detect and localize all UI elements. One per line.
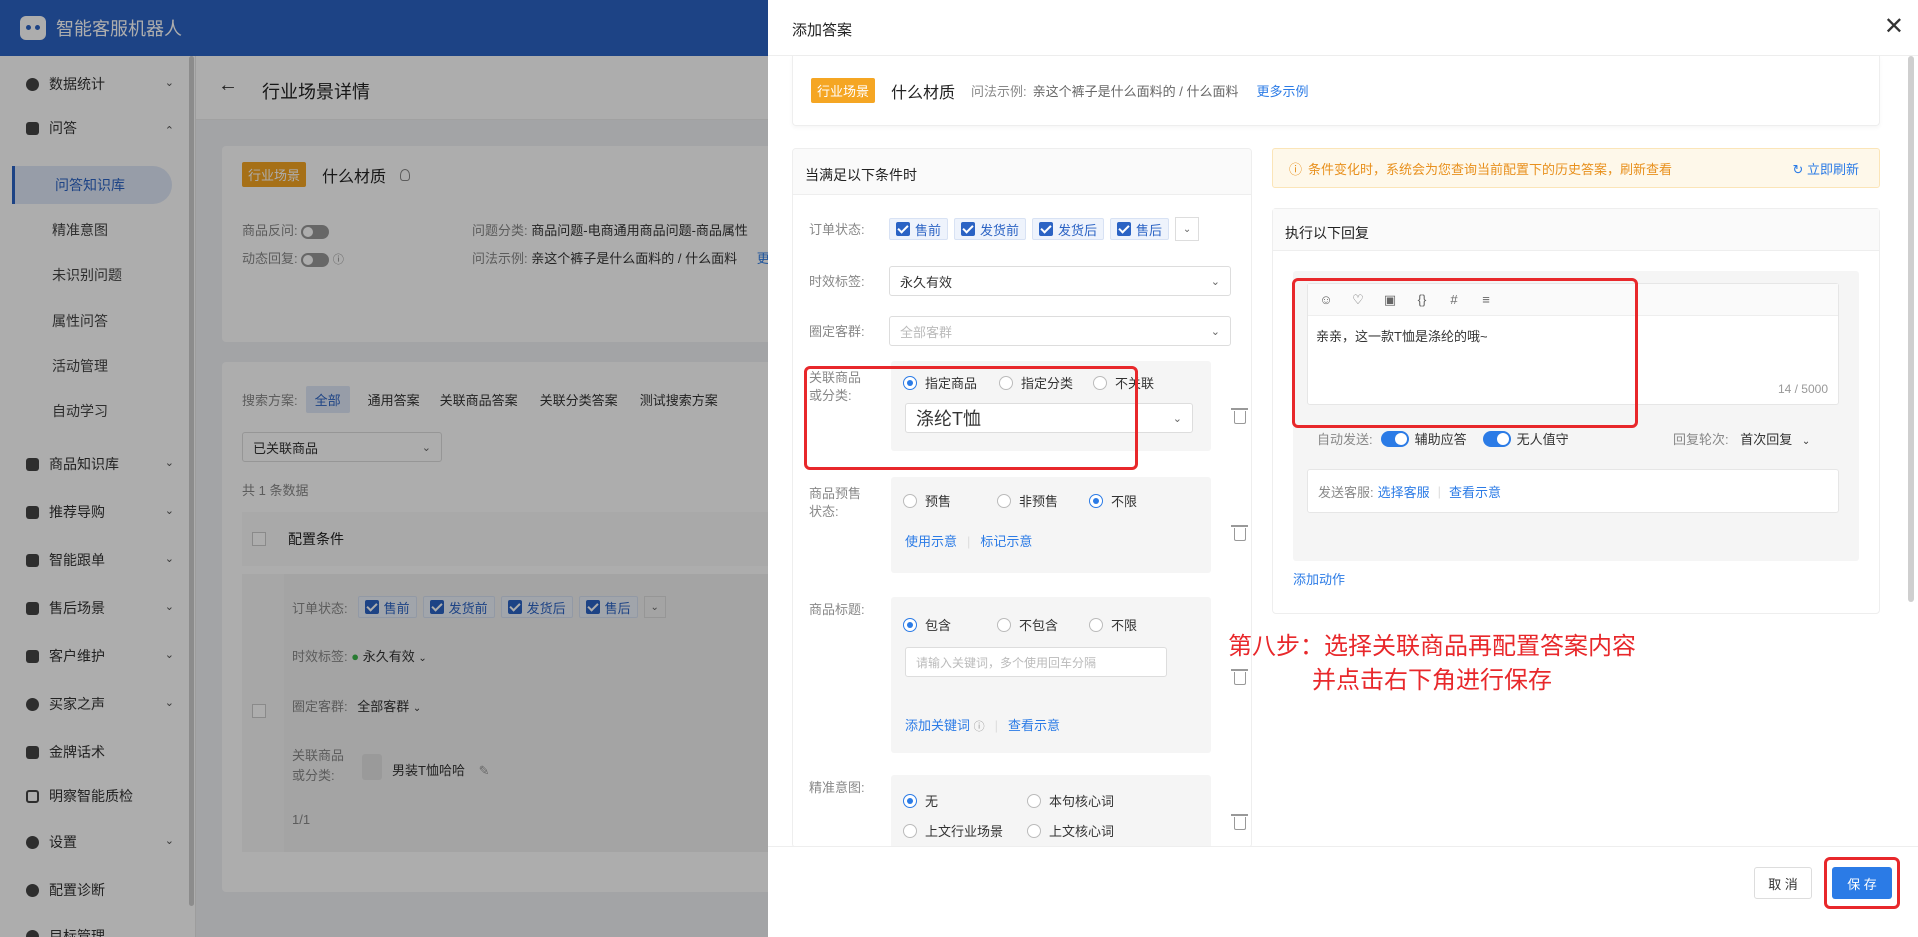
add-action-link[interactable]: 添加动作 xyxy=(1293,569,1345,588)
execute-header: 执行以下回复 xyxy=(1273,209,1879,251)
checkbox-checked-icon xyxy=(1039,222,1054,236)
app-root: 智能客服机器人 数据统计 ⌄ 问答 ⌃ 问答知识库 精准意图 未识别问题 属性问答 … xyxy=(0,0,1918,937)
radio-contains[interactable]: 包含 xyxy=(903,615,951,634)
checkbox-checked-icon xyxy=(896,222,910,236)
product-title-box: 包含 不包含 不限 请输入关键词，多个使用回车分隔 添加关键词 ⓘ | 查看示意 xyxy=(891,597,1211,753)
drawer-scrollbar[interactable] xyxy=(1908,56,1914,602)
add-keyword-link[interactable]: 添加关键词 xyxy=(905,718,970,733)
radio-non-presale[interactable]: 非预售 xyxy=(997,491,1058,510)
chevron-down-icon[interactable]: ⌄ xyxy=(1175,217,1200,241)
conditions-panel: 当满足以下条件时 订单状态: 售前 发货前 发货后 售后 ⌄ 时效标签: 永久有… xyxy=(792,148,1252,848)
radio-intent-core-word[interactable]: 本句核心词 xyxy=(1027,791,1114,810)
radio-intent-context-scene[interactable]: 上文行业场景 xyxy=(903,821,1003,840)
checkbox-checked-icon xyxy=(1117,222,1132,236)
mark-demo-link[interactable]: 标记示意 xyxy=(980,534,1032,549)
chevron-down-icon: ⌄ xyxy=(1801,436,1811,447)
notice-bar: ⓘ 条件变化时，系统会为您查询当前配置下的历史答案，刷新查看 ↻ 立即刷新 xyxy=(1272,148,1880,188)
scene-tag: 行业场景 xyxy=(811,78,876,103)
trash-icon[interactable] xyxy=(1231,408,1248,424)
customer-group-select[interactable]: 全部客群 ⌄ xyxy=(889,316,1231,346)
radio-not-contains[interactable]: 不包含 xyxy=(997,615,1058,634)
drawer-title: 添加答案 xyxy=(792,22,853,39)
highlight-box-related xyxy=(804,366,1138,470)
view-demo-link[interactable]: 查看示意 xyxy=(1449,482,1501,501)
modal-overlay[interactable] xyxy=(0,0,768,937)
radio-intent-none[interactable]: 无 xyxy=(903,791,938,810)
drawer-footer: 取 消 保 存 xyxy=(768,846,1918,937)
presale-box: 预售 非预售 不限 使用示意 | 标记示意 xyxy=(891,477,1211,573)
usage-demo-link[interactable]: 使用示意 xyxy=(905,534,957,549)
chevron-down-icon: ⌄ xyxy=(1172,412,1182,425)
checkbox-checked-icon xyxy=(961,222,976,236)
warning-icon: ⓘ xyxy=(1289,161,1303,177)
close-icon[interactable]: ✕ xyxy=(1884,12,1904,41)
refresh-icon: ↻ xyxy=(1792,161,1804,177)
unattended-toggle[interactable] xyxy=(1482,430,1511,447)
time-tag-select[interactable]: 永久有效 ⌄ xyxy=(889,266,1231,296)
question-example: 亲这个裤子是什么面料的 / 什么面料 xyxy=(1032,84,1239,99)
chevron-down-icon: ⌄ xyxy=(1210,325,1220,338)
radio-title-unlimited[interactable]: 不限 xyxy=(1089,615,1137,634)
order-status-aftersale[interactable]: 售后 xyxy=(1110,218,1170,240)
order-status-after-ship[interactable]: 发货后 xyxy=(1032,218,1105,240)
cancel-button[interactable]: 取 消 xyxy=(1754,867,1812,899)
more-examples-link[interactable]: 更多示例 xyxy=(1257,81,1309,100)
choose-agent-link[interactable]: 选择客服 xyxy=(1378,482,1430,501)
order-status-presale[interactable]: 售前 xyxy=(889,218,949,240)
refresh-link[interactable]: ↻ 立即刷新 xyxy=(1792,159,1859,178)
highlight-box-reply xyxy=(1292,278,1638,428)
highlight-box-save xyxy=(1824,857,1900,909)
add-answer-drawer: 添加答案 ✕ 行业场景 什么材质 问法示例: 亲这个裤子是什么面料的 / 什么面… xyxy=(768,0,1918,937)
keyword-input[interactable]: 请输入关键词，多个使用回车分隔 xyxy=(905,647,1167,677)
radio-intent-context-core[interactable]: 上文核心词 xyxy=(1027,821,1114,840)
drawer-header: 添加答案 ✕ xyxy=(768,0,1918,56)
trash-icon[interactable] xyxy=(1231,525,1248,541)
question-title: 什么材质 xyxy=(891,84,956,102)
char-count: 14 / 5000 xyxy=(1777,382,1828,396)
radio-presale-unlimited[interactable]: 不限 xyxy=(1089,491,1137,510)
order-status-before-ship[interactable]: 发货前 xyxy=(954,218,1027,240)
question-summary: 行业场景 什么材质 问法示例: 亲这个裤子是什么面料的 / 什么面料 更多示例 xyxy=(792,56,1880,126)
info-icon: ⓘ xyxy=(973,721,985,733)
instruction-annotation: 第八步：选择关联商品再配置答案内容 并点击右下角进行保存 xyxy=(1228,633,1636,694)
precise-intent-box: 无 本句核心词 上文行业场景 上文核心词 xyxy=(891,775,1211,847)
chevron-down-icon: ⌄ xyxy=(1210,275,1220,288)
view-demo-link[interactable]: 查看示意 xyxy=(1008,718,1060,733)
assist-toggle[interactable] xyxy=(1380,430,1409,447)
radio-presale[interactable]: 预售 xyxy=(903,491,951,510)
reply-rounds-select[interactable]: 首次回复 xyxy=(1740,432,1792,447)
conditions-header: 当满足以下条件时 xyxy=(793,149,1251,195)
trash-icon[interactable] xyxy=(1231,814,1248,830)
